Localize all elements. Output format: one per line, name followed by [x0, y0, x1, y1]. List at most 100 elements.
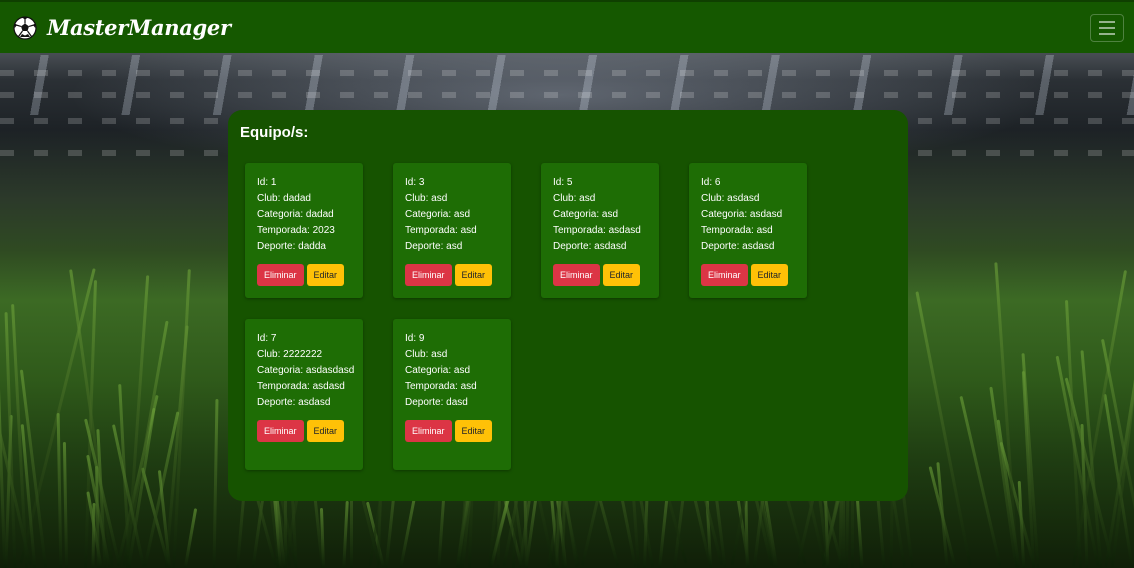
team-club-value: asd	[431, 349, 448, 360]
card-actions: Eliminar Editar	[257, 420, 363, 442]
team-card: Id: 7 Club: 2222222 Categoria: asdasdasd Te…	[245, 319, 363, 470]
team-temporada-label: Temporada:	[553, 225, 606, 236]
hamburger-line	[1099, 27, 1115, 29]
grass-blade	[342, 500, 349, 568]
grass-blade	[62, 441, 69, 568]
team-temporada-row: Temporada: 2023	[257, 223, 357, 239]
team-temporada-row: Temporada: asdasd	[553, 223, 653, 239]
team-categoria-value: dadad	[305, 209, 334, 220]
team-id-label: Id:	[405, 177, 417, 188]
hamburger-menu-icon	[1099, 21, 1115, 23]
team-deporte-value: asdasd	[298, 397, 331, 408]
team-categoria-row: Categoria: asd	[553, 207, 653, 223]
team-deporte-row: Deporte: dadda	[257, 239, 357, 255]
team-categoria-row: Categoria: asdasdasd	[257, 363, 357, 379]
card-actions: Eliminar Editar	[405, 420, 511, 442]
card-actions: Eliminar Editar	[257, 264, 363, 286]
edit-button[interactable]: Editar	[750, 264, 789, 286]
team-club-row: Club: 2222222	[257, 347, 357, 363]
soccer-ball-icon	[13, 15, 37, 40]
team-categoria-value: asdasd	[749, 209, 783, 220]
team-deporte-row: Deporte: asdasd	[701, 239, 801, 255]
team-club-value: asd	[579, 193, 596, 204]
team-club-value: asd	[431, 193, 448, 204]
team-id-value: 7	[270, 333, 277, 344]
team-categoria-row: Categoria: asd	[405, 363, 505, 379]
team-id-row: Id: 5	[553, 175, 653, 191]
delete-button[interactable]: Eliminar	[553, 264, 600, 286]
edit-button[interactable]: Editar	[306, 420, 345, 442]
delete-button[interactable]: Eliminar	[701, 264, 748, 286]
team-id-value: 9	[418, 333, 425, 344]
team-deporte-label: Deporte:	[405, 241, 444, 252]
team-card: Id: 9 Club: asd Categoria: asd Temporada: a…	[393, 319, 511, 470]
team-temporada-value: asdasd	[608, 225, 641, 236]
team-temporada-row: Temporada: asd	[701, 223, 801, 239]
team-id-value: 3	[418, 177, 425, 188]
team-deporte-label: Deporte:	[257, 241, 296, 252]
team-categoria-label: Categoria:	[257, 209, 304, 220]
team-id-row: Id: 9	[405, 331, 505, 347]
team-temporada-row: Temporada: asd	[405, 223, 505, 239]
team-club-label: Club:	[701, 193, 725, 204]
team-temporada-label: Temporada:	[405, 381, 458, 392]
team-categoria-label: Categoria:	[553, 209, 600, 220]
grass-blade	[936, 462, 949, 568]
team-deporte-row: Deporte: dasd	[405, 395, 505, 411]
team-categoria-row: Categoria: asd	[405, 207, 505, 223]
stand-row	[0, 92, 1134, 98]
grass-blade	[994, 262, 1019, 568]
edit-button[interactable]: Editar	[602, 264, 641, 286]
team-club-label: Club:	[257, 193, 281, 204]
team-club-label: Club:	[257, 349, 281, 360]
team-id-row: Id: 3	[405, 175, 505, 191]
stadium-lights	[0, 55, 1134, 115]
team-card: Id: 3 Club: asd Categoria: asd Temporada: a…	[393, 163, 511, 298]
team-club-row: Club: asd	[405, 191, 505, 207]
navbar: MasterManager	[0, 0, 1134, 53]
navbar-toggler-button[interactable]	[1090, 14, 1124, 42]
team-club-label: Club:	[553, 193, 577, 204]
team-id-value: 1	[270, 177, 277, 188]
page-title: Equipo/s:	[240, 124, 309, 141]
team-categoria-label: Categoria:	[405, 209, 452, 220]
brand-name: MasterManager	[47, 15, 231, 40]
team-id-value: 6	[714, 177, 721, 188]
delete-button[interactable]: Eliminar	[405, 420, 452, 442]
team-temporada-value: 2023	[312, 225, 335, 236]
team-id-row: Id: 7	[257, 331, 357, 347]
team-temporada-label: Temporada:	[701, 225, 754, 236]
team-temporada-value: asd	[460, 225, 477, 236]
edit-button[interactable]: Editar	[454, 264, 493, 286]
team-card: Id: 1 Club: dadad Categoria: dadad Temporad…	[245, 163, 363, 298]
delete-button[interactable]: Eliminar	[257, 420, 304, 442]
team-club-value: 2222222	[283, 349, 323, 360]
team-club-label: Club:	[405, 349, 429, 360]
team-card: Id: 6 Club: asdasd Categoria: asdasd Tempor…	[689, 163, 807, 298]
team-categoria-row: Categoria: dadad	[257, 207, 357, 223]
team-club-value: asdasd	[727, 193, 760, 204]
team-temporada-label: Temporada:	[257, 225, 310, 236]
team-club-row: Club: dadad	[257, 191, 357, 207]
team-deporte-row: Deporte: asd	[405, 239, 505, 255]
team-deporte-label: Deporte:	[257, 397, 296, 408]
edit-button[interactable]: Editar	[454, 420, 493, 442]
team-id-label: Id:	[257, 177, 269, 188]
team-club-row: Club: asdasd	[701, 191, 801, 207]
team-id-label: Id:	[405, 333, 417, 344]
delete-button[interactable]: Eliminar	[257, 264, 304, 286]
team-deporte-value: asd	[446, 241, 463, 252]
edit-button[interactable]: Editar	[306, 264, 345, 286]
delete-button[interactable]: Eliminar	[405, 264, 452, 286]
team-temporada-label: Temporada:	[257, 381, 310, 392]
team-deporte-row: Deporte: asdasd	[553, 239, 653, 255]
team-id-label: Id:	[257, 333, 269, 344]
team-club-row: Club: asd	[405, 347, 505, 363]
brand[interactable]: MasterManager	[13, 15, 231, 40]
team-club-value: dadad	[283, 193, 311, 204]
team-deporte-value: asdasd	[742, 241, 775, 252]
team-id-row: Id: 1	[257, 175, 357, 191]
team-categoria-value: asd	[453, 365, 471, 376]
team-categoria-value: asdasdasd	[305, 365, 355, 376]
team-id-label: Id:	[553, 177, 565, 188]
